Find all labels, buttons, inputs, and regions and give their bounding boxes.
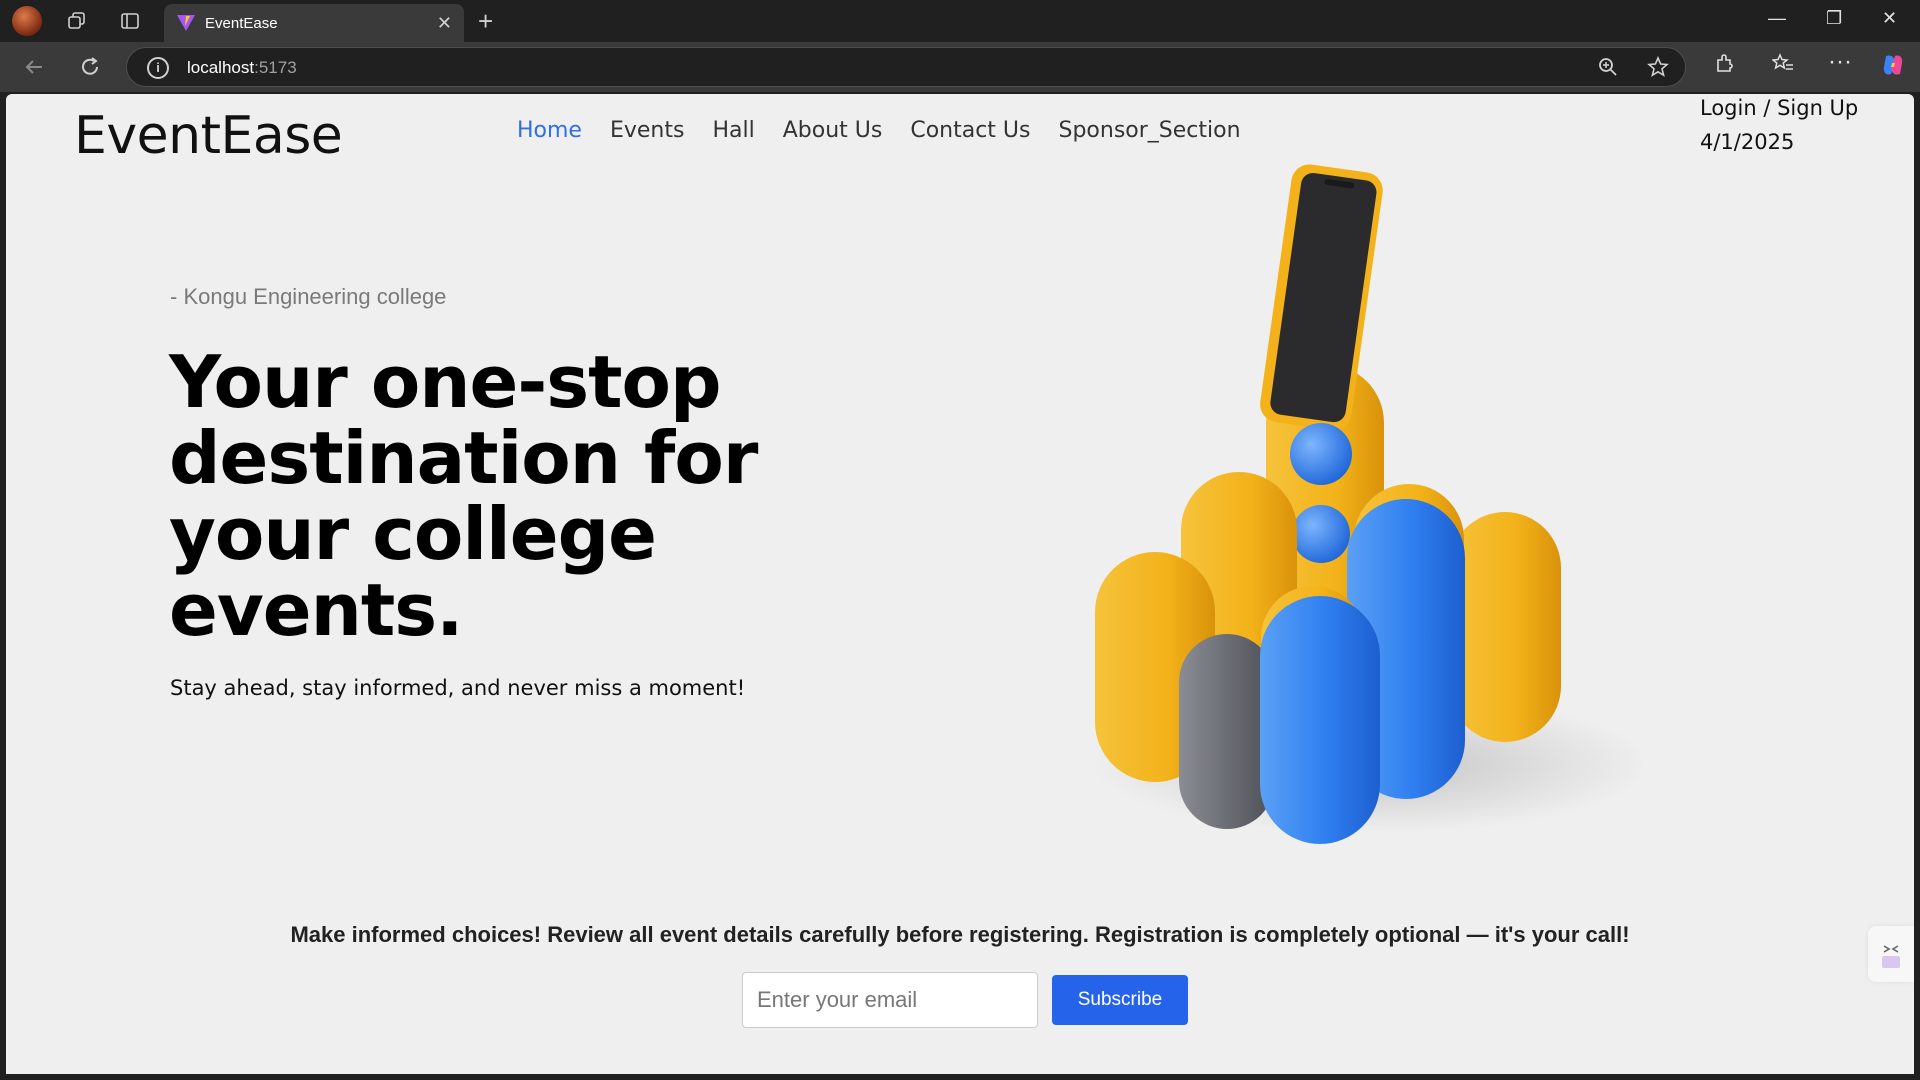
profile-avatar[interactable]	[12, 6, 42, 36]
restore-icon[interactable]: ❐	[1826, 8, 1842, 29]
vertical-tabs-icon[interactable]	[117, 8, 143, 34]
zoom-icon[interactable]	[1597, 56, 1619, 84]
favorites-icon[interactable]	[1771, 52, 1794, 80]
hero-headline: Your one-stop destination for your colle…	[169, 340, 758, 652]
new-tab-icon[interactable]: +	[478, 6, 493, 37]
workspaces-icon[interactable]	[64, 8, 90, 34]
browser-titlebar: EventEase ✕ + — ❐ ✕	[0, 0, 1920, 42]
newsletter-form: Subscribe	[742, 972, 1188, 1028]
login-signup-link[interactable]: Login / Sign Up	[1700, 96, 1858, 120]
hero-subtitle: - Kongu Engineering college	[170, 284, 447, 309]
nav-sponsor-section[interactable]: Sponsor_Section	[1058, 118, 1240, 143]
extensions-icon[interactable]	[1714, 52, 1736, 80]
tab-title: EventEase	[205, 15, 278, 32]
nav-hall[interactable]: Hall	[712, 118, 754, 143]
collapse-icon	[1882, 945, 1900, 968]
hero-illustration	[1091, 164, 1641, 844]
reload-icon[interactable]	[76, 53, 104, 81]
registration-notice: Make informed choices! Review all event …	[290, 922, 1630, 947]
subscribe-button[interactable]: Subscribe	[1052, 975, 1188, 1025]
site-info-icon[interactable]: i	[147, 57, 169, 79]
nav-home[interactable]: Home	[517, 118, 582, 143]
nav-events[interactable]: Events	[610, 118, 685, 143]
web-page: EventEase Home Events Hall About Us Cont…	[6, 94, 1914, 1074]
hero-tagline: Stay ahead, stay informed, and never mis…	[170, 676, 746, 700]
side-panel-widget[interactable]	[1868, 926, 1914, 982]
address-bar[interactable]: i localhost:5173	[126, 47, 1686, 87]
copilot-icon[interactable]	[1880, 52, 1906, 84]
current-date: 4/1/2025	[1700, 130, 1795, 154]
main-nav: Home Events Hall About Us Contact Us Spo…	[517, 118, 1241, 143]
browser-toolbar: i localhost:5173 ···	[0, 42, 1920, 92]
site-logo[interactable]: EventEase	[74, 106, 343, 166]
url-text: localhost:5173	[187, 58, 297, 77]
back-icon[interactable]	[20, 53, 48, 81]
nav-about-us[interactable]: About Us	[783, 118, 883, 143]
close-tab-icon[interactable]: ✕	[437, 13, 452, 34]
vite-favicon-icon	[177, 15, 195, 31]
more-options-icon[interactable]: ···	[1828, 48, 1852, 76]
minimize-icon[interactable]: —	[1768, 8, 1786, 29]
favorite-star-icon[interactable]	[1647, 55, 1669, 84]
close-window-icon[interactable]: ✕	[1882, 8, 1897, 29]
email-input[interactable]	[742, 972, 1038, 1028]
nav-contact-us[interactable]: Contact Us	[910, 118, 1030, 143]
browser-tab[interactable]: EventEase ✕	[164, 4, 464, 42]
